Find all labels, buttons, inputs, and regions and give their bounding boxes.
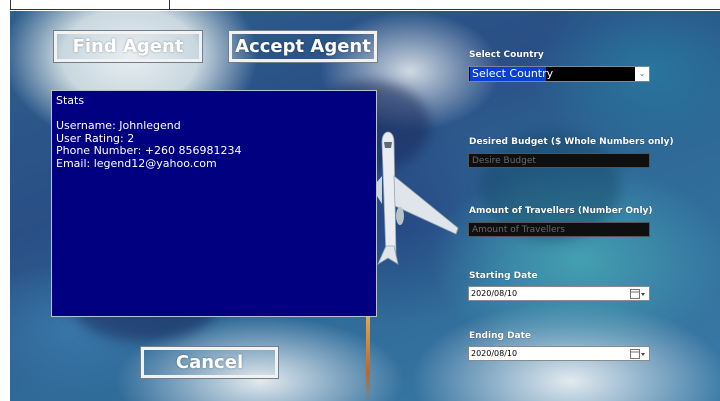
travellers-input[interactable] xyxy=(468,222,650,237)
stats-heading: Stats xyxy=(56,94,85,107)
calendar-icon[interactable] xyxy=(630,349,646,359)
accept-agent-button[interactable]: Accept Agent xyxy=(228,30,378,63)
budget-input[interactable] xyxy=(468,153,650,168)
start-date-value: 2020/08/10 xyxy=(471,289,518,298)
end-date-label: Ending Date xyxy=(469,331,532,341)
calendar-icon[interactable] xyxy=(630,289,646,299)
top-divider xyxy=(170,9,720,10)
stats-username: Username: Johnlegend xyxy=(56,119,181,132)
country-select[interactable]: Select Country ⌄ xyxy=(468,66,650,82)
find-agent-button[interactable]: Find Agent xyxy=(53,30,203,63)
country-select-value: Select Country xyxy=(470,67,554,81)
window-top-strip xyxy=(0,0,720,11)
cancel-button[interactable]: Cancel xyxy=(140,346,279,379)
stats-rating: User Rating: 2 xyxy=(56,131,135,145)
start-date-picker[interactable]: 2020/08/10 xyxy=(468,286,650,301)
travellers-label: Amount of Travellers (Number Only) xyxy=(469,206,653,216)
end-date-value: 2020/08/10 xyxy=(471,349,518,358)
window-tab xyxy=(10,0,170,10)
start-date-label: Starting Date xyxy=(469,271,538,281)
stats-email: Email: legend12@yahoo.com xyxy=(56,156,217,170)
app-window: Find Agent Accept Agent Stats Username: … xyxy=(0,0,720,401)
country-label: Select Country xyxy=(469,50,544,60)
agent-stats-panel: Stats Username: Johnlegend User Rating: … xyxy=(51,90,377,317)
budget-label: Desired Budget ($ Whole Numbers only) xyxy=(469,137,674,147)
chevron-down-icon[interactable]: ⌄ xyxy=(635,67,649,81)
stats-phone: Phone Number: +260 856981234 xyxy=(56,144,242,157)
end-date-picker[interactable]: 2020/08/10 xyxy=(468,346,650,361)
